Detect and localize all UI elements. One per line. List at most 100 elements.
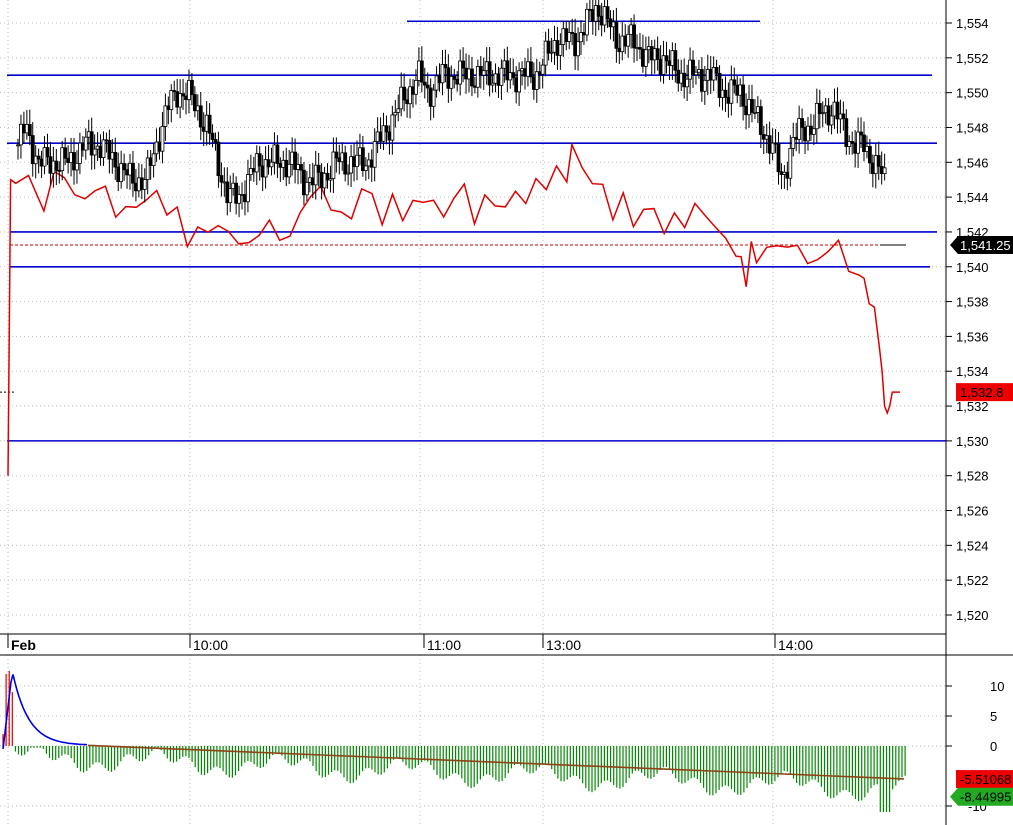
candle-body: [655, 48, 660, 60]
candle-body: [402, 86, 407, 101]
candle-body: [131, 162, 135, 184]
oscillator-panel: 1050-10 -5.51068-8.44995: [0, 655, 1013, 825]
candle-body: [529, 61, 533, 78]
price-tick-label: 1,526: [956, 504, 989, 519]
candle-body: [190, 79, 194, 95]
candle-body: [614, 21, 619, 49]
price-tick-label: 1,550: [956, 86, 989, 101]
candle-body: [452, 75, 457, 80]
time-tick-label: 11:00: [427, 637, 461, 653]
candle-body: [585, 8, 589, 36]
price-tick-label: 1,522: [956, 573, 989, 588]
candle-body: [151, 153, 156, 167]
price-tick-label: 1,532: [956, 399, 989, 414]
candle-body: [481, 70, 486, 76]
candle-body: [304, 181, 309, 196]
osc-value-label: -8.44995: [950, 787, 1013, 806]
candle-body: [876, 155, 881, 167]
candle-body: [829, 115, 834, 126]
candle-body: [210, 132, 215, 140]
candle-body: [257, 153, 262, 167]
price-plot-area: [0, 0, 946, 634]
osc-label-text: -8.44995: [960, 790, 1011, 805]
oscillator-grid: [0, 655, 946, 825]
price-tick-label: 1,536: [956, 329, 989, 344]
candle-body: [470, 68, 474, 87]
time-axis: Feb 10:00 11:00 13:00 14:00: [7, 634, 813, 653]
candle-body: [673, 50, 678, 71]
candle-body: [788, 148, 793, 179]
candle-body: [685, 78, 690, 88]
osc-label-text: -5.51068: [960, 772, 1011, 787]
price-tick-label: 1,528: [956, 469, 989, 484]
candle-body: [664, 55, 669, 62]
candle-body: [299, 164, 303, 171]
candle-body: [343, 152, 348, 175]
time-tick-label: 14:00: [778, 637, 813, 653]
candle-body: [63, 147, 68, 159]
candle-body: [36, 155, 41, 160]
candle-body: [723, 89, 728, 98]
candle-body: [75, 162, 79, 171]
candle-body: [499, 67, 504, 86]
candle-body: [576, 41, 580, 57]
candle-body: [732, 79, 737, 86]
candle-body: [213, 139, 218, 143]
candle-body: [702, 79, 707, 92]
price-tick-label: 1,544: [956, 190, 989, 205]
candle-body: [443, 64, 448, 69]
candle-body: [811, 128, 816, 135]
time-tick-label: 13:00: [546, 637, 581, 653]
time-tick-label: Feb: [11, 637, 36, 653]
price-tick-label: 1,548: [956, 120, 989, 135]
candle-body: [207, 114, 212, 134]
candle-body: [425, 84, 430, 89]
candle-body: [363, 165, 368, 171]
candle-body: [334, 151, 339, 159]
candle-body: [275, 144, 280, 164]
candle-body: [396, 108, 401, 113]
price-tick-label: 1,530: [956, 434, 989, 449]
candle-body: [596, 5, 601, 17]
candle-body: [169, 90, 174, 110]
oscillator-histogram: [2, 671, 906, 812]
price-tick-label: 1,538: [956, 295, 989, 310]
price-panel: 1,520 1,522 1,524 1,526 1,528 1,530 1,532 1,534…: [0, 0, 1013, 634]
candle-body: [219, 175, 224, 183]
candle-body: [517, 70, 522, 93]
candle-body: [841, 113, 846, 120]
candle-body: [540, 64, 545, 75]
candle-body: [316, 164, 321, 173]
price-tick-label: 1,524: [956, 538, 989, 553]
candle-body: [355, 154, 359, 168]
candle-body: [246, 174, 250, 203]
price-label-text: 1,532.8: [960, 385, 1003, 400]
candle-body: [605, 6, 610, 20]
candle-body: [776, 143, 781, 173]
candle-body: [287, 163, 292, 178]
price-y-axis: 1,520 1,522 1,524 1,526 1,528 1,530 1,532 1,534…: [946, 16, 989, 623]
candle-body: [27, 123, 32, 137]
price-value-label: 1,532.8: [956, 383, 1013, 402]
candle-body: [817, 102, 822, 114]
osc-value-label: -5.51068: [956, 770, 1013, 789]
candle-body: [390, 114, 395, 141]
candle-body: [142, 179, 147, 190]
oscillator-value-labels: -5.51068 -8.44995: [950, 770, 1013, 806]
candle-body: [419, 60, 424, 83]
candle-body: [414, 79, 418, 95]
candle-body: [741, 84, 746, 107]
candle-body: [770, 142, 775, 154]
candle-body: [511, 72, 516, 79]
candle-body: [546, 40, 551, 54]
candle-body: [228, 188, 233, 204]
candle-body: [92, 148, 97, 156]
candle-body: [800, 118, 804, 128]
price-tick-label: 1,540: [956, 260, 989, 275]
candle-body: [160, 126, 165, 152]
osc-tick-label: 10: [990, 679, 1004, 694]
candle-body: [384, 125, 389, 133]
price-tick-label: 1,554: [956, 16, 989, 31]
candle-body: [422, 81, 427, 86]
candle-body: [558, 44, 563, 56]
